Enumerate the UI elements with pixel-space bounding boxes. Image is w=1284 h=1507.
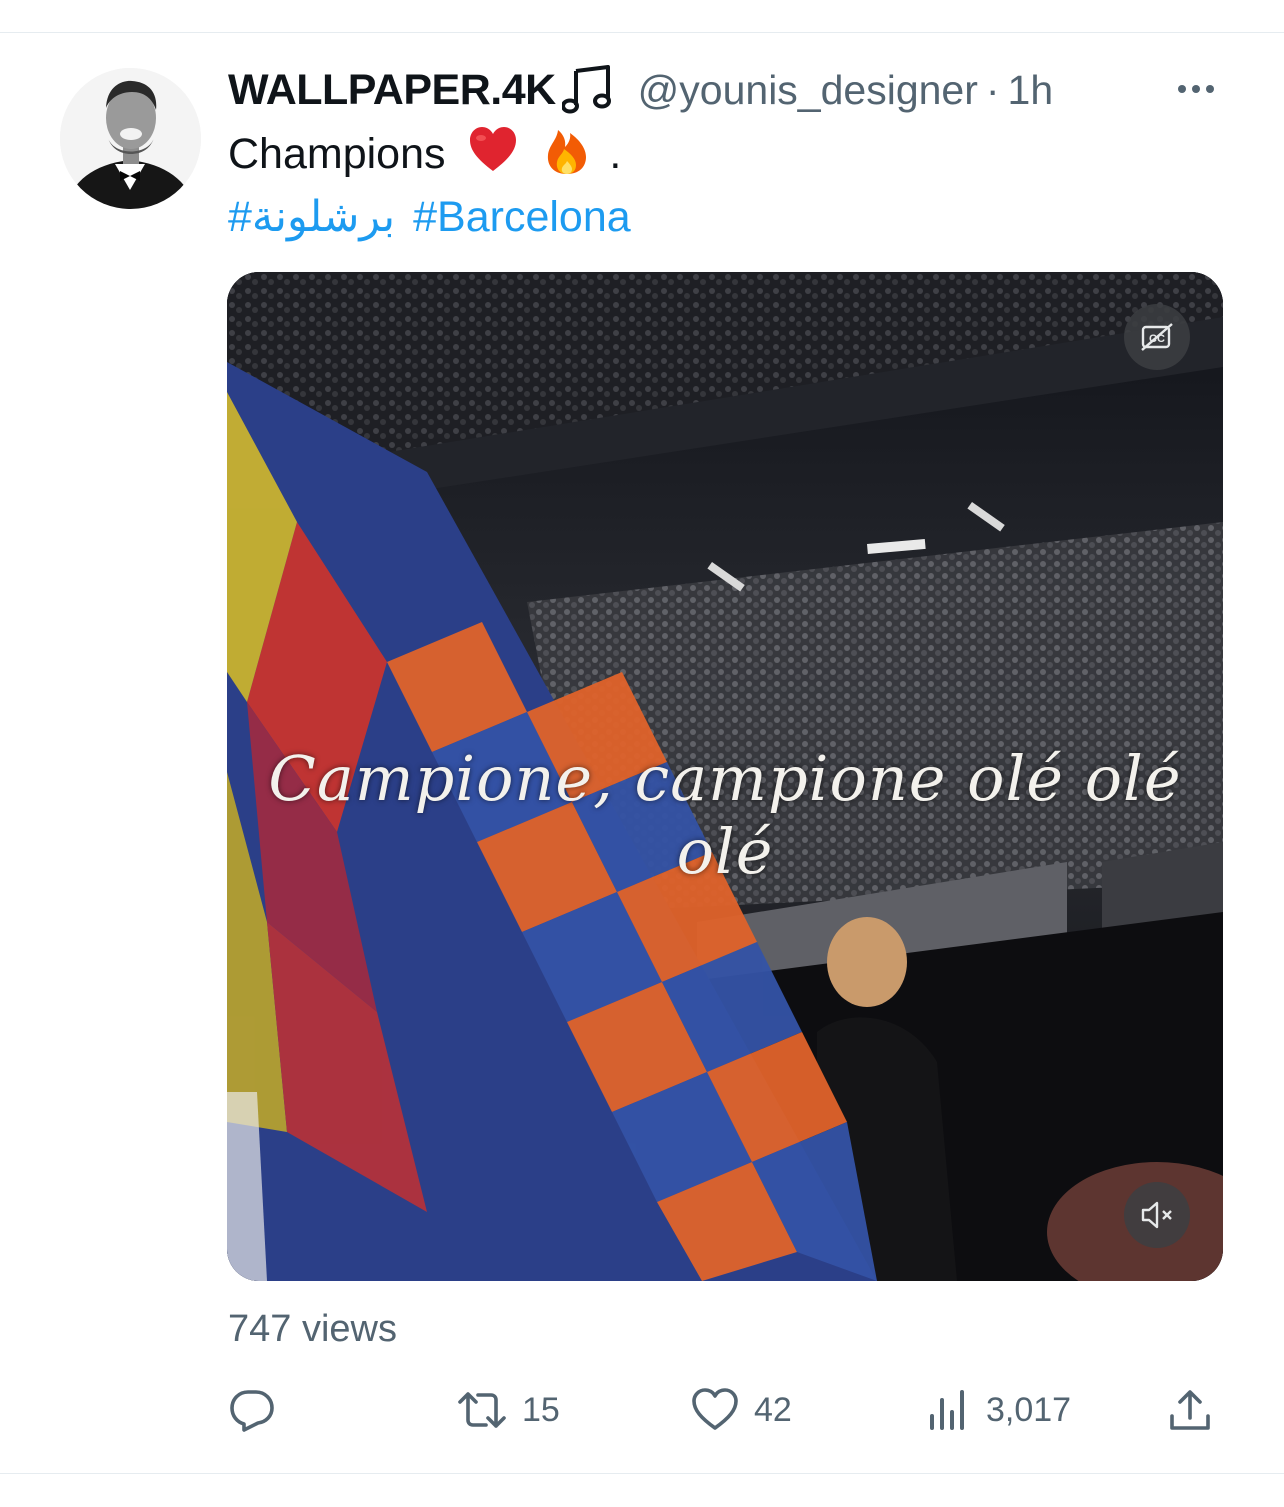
action-bar: 15 42 3,017 [228,1380,1228,1440]
closed-captions-button[interactable]: CC [1124,304,1190,370]
video-caption: Campione, campione olé olé olé [268,742,1182,888]
muted-speaker-icon [1141,1201,1172,1229]
analytics-count: 3,017 [986,1390,1072,1429]
video-player[interactable]: Campione, campione olé olé olé CC [227,272,1223,1281]
avatar[interactable] [60,68,201,209]
tweet-header: WALLPAPER.4K @younis_designer · 1h [228,62,1053,118]
hashtags: #برشلونة #Barcelona [228,188,649,246]
user-handle[interactable]: @younis_designer [638,67,978,114]
retweet-button[interactable]: 15 [456,1380,560,1440]
display-name[interactable]: WALLPAPER.4K [228,66,556,115]
reply-icon [230,1390,274,1432]
like-button[interactable]: 42 [690,1380,792,1440]
tweet-text: Champions . [228,124,621,183]
separator-dot: · [985,66,1000,113]
heart-icon [692,1388,738,1430]
closed-captions-icon: CC [1141,323,1173,351]
fire-emoji [541,124,593,176]
analytics-button[interactable]: 3,017 [924,1380,1071,1440]
retweet-icon [458,1392,506,1428]
tweet-text-body: Champions [228,130,446,178]
top-divider [0,32,1284,33]
share-button[interactable] [1166,1380,1214,1440]
hashtag-arabic[interactable]: #برشلونة [228,193,395,241]
retweet-count: 15 [522,1390,560,1429]
like-count: 42 [754,1390,792,1429]
share-icon [1170,1390,1210,1430]
red-heart-emoji [467,124,519,176]
view-count: 747 views [228,1308,397,1350]
reply-button[interactable] [228,1380,276,1440]
more-dots-icon[interactable] [1170,76,1222,102]
tweet-text-end: . [609,130,622,178]
timestamp[interactable]: 1h [1008,67,1054,114]
music-note-icon [560,65,616,115]
bar-chart-icon [930,1390,964,1430]
hashtag-barcelona[interactable]: #Barcelona [413,193,631,241]
bottom-divider [0,1473,1284,1474]
mute-button[interactable] [1124,1182,1190,1248]
